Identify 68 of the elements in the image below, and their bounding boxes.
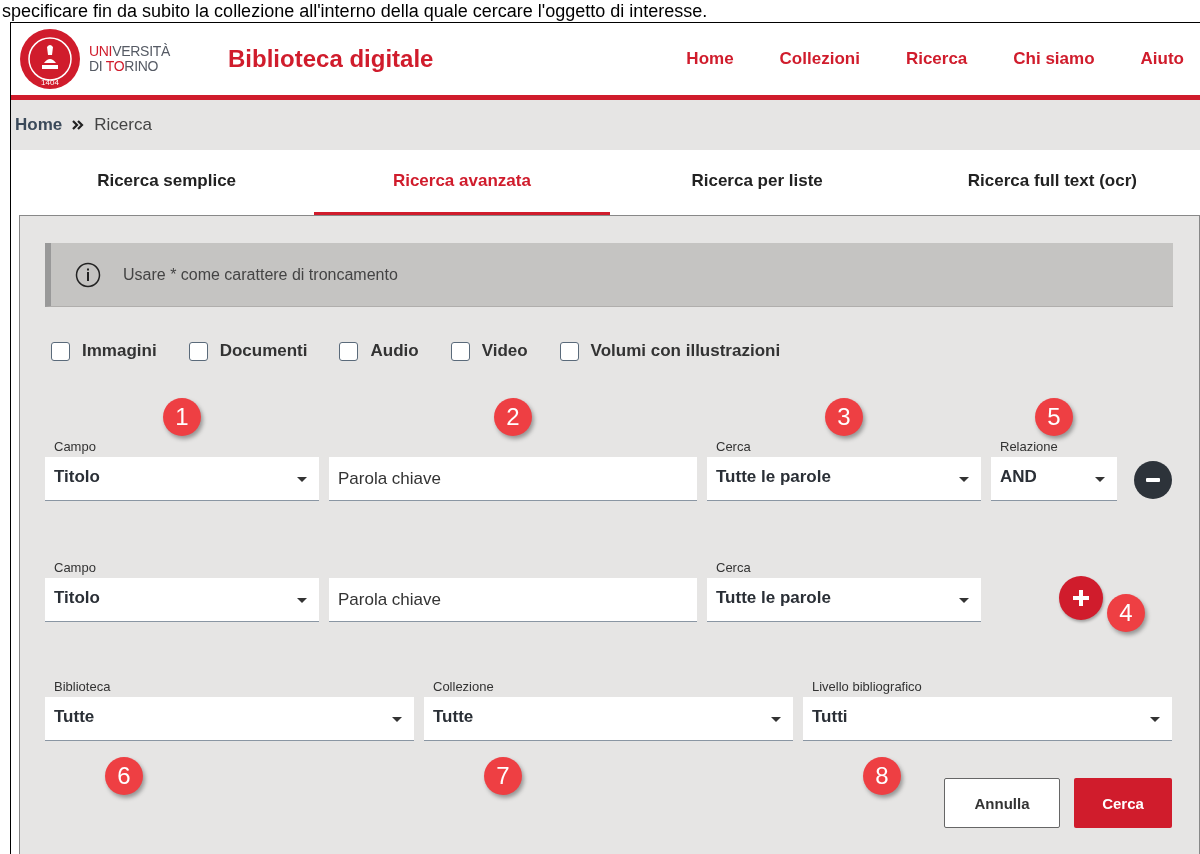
checkbox-label: Audio (370, 341, 419, 361)
dropdown[interactable]: Tutti (803, 697, 1172, 741)
checkbox[interactable] (51, 341, 70, 361)
field-label: Cerca (716, 560, 751, 575)
nav-link[interactable]: Chi siamo (1013, 49, 1095, 69)
field-label: Relazione (1000, 439, 1058, 454)
caret-icon (959, 598, 969, 603)
caret-icon (297, 477, 307, 482)
field-label: Campo (54, 560, 96, 575)
search-tab[interactable]: Ricerca per liste (609, 150, 905, 215)
checkbox[interactable] (559, 341, 579, 361)
field-label: Collezione (433, 679, 494, 694)
number-marker: 3 (825, 398, 863, 436)
breadcrumb-link[interactable]: Home (15, 115, 63, 135)
number-marker: 1 (163, 398, 201, 436)
plus-icon (1073, 590, 1089, 606)
nav-link[interactable]: Aiuto (1140, 49, 1184, 69)
dropdown[interactable]: Titolo (45, 578, 319, 622)
dropdown[interactable]: Tutte le parole (707, 457, 981, 501)
nav-link[interactable]: Collezioni (779, 49, 860, 69)
checkbox[interactable] (450, 341, 470, 361)
search-tab[interactable]: Ricerca semplice (19, 150, 315, 215)
field-label: Biblioteca (54, 679, 111, 694)
caret-icon (1150, 717, 1160, 722)
number-marker: 4 (1107, 594, 1145, 632)
dropdown[interactable]: Tutte (424, 697, 793, 741)
nav-link[interactable]: Home (686, 49, 734, 69)
dropdown[interactable]: Titolo (45, 457, 319, 501)
checkbox[interactable] (188, 341, 208, 361)
caret-icon (771, 717, 781, 722)
dropdown[interactable]: Tutte le parole (707, 578, 981, 622)
caret-icon (959, 477, 969, 482)
breadcrumb-current: Ricerca (94, 115, 152, 135)
info-text: Usare * come carattere di troncamento (123, 265, 398, 284)
field-label: Cerca (716, 439, 751, 454)
double-chevron-icon (72, 120, 85, 130)
add-row-button[interactable] (1059, 576, 1103, 620)
university-seal-drawing: 1404 (20, 29, 80, 89)
search-tab[interactable]: Ricerca full text (ocr) (904, 150, 1200, 215)
minus-icon (1146, 478, 1160, 482)
dropdown[interactable]: Tutte (45, 697, 414, 741)
keyword-input-field[interactable]: Parola chiave (329, 457, 697, 501)
number-marker: 7 (484, 757, 522, 795)
caret-icon (392, 717, 402, 722)
checkbox[interactable] (339, 341, 359, 361)
nav-link[interactable]: Ricerca (905, 49, 968, 69)
site-title: Biblioteca digitale (228, 45, 434, 73)
number-marker: 8 (863, 757, 901, 795)
dropdown[interactable]: AND (991, 457, 1117, 501)
number-marker: 5 (1035, 398, 1073, 436)
field-label: Campo (54, 439, 96, 454)
university-wordmark: UNIVERSITÀ (89, 44, 171, 59)
remove-row-button[interactable] (1134, 461, 1172, 499)
checkbox-label: Volumi con illustrazioni (590, 341, 781, 361)
search-button[interactable]: Cerca (1074, 778, 1172, 828)
checkbox-label: Documenti (219, 341, 308, 361)
checkbox-label: Immagini (82, 341, 157, 361)
info-icon (75, 261, 101, 288)
field-label: Livello bibliografico (812, 679, 922, 694)
caret-icon (297, 598, 307, 603)
number-marker: 2 (494, 398, 532, 436)
checkbox-label: Video (481, 341, 528, 361)
caret-icon (1095, 477, 1105, 482)
caption-text: specificare fin da subito la collezione all'interno della quale cercare l'oggetto di interesse. (1, 0, 709, 22)
cancel-button[interactable]: Annulla (944, 778, 1060, 828)
number-marker: 6 (105, 757, 143, 795)
university-wordmark: DI TORINO (89, 59, 159, 74)
keyword-input-field[interactable]: Parola chiave (329, 578, 697, 622)
